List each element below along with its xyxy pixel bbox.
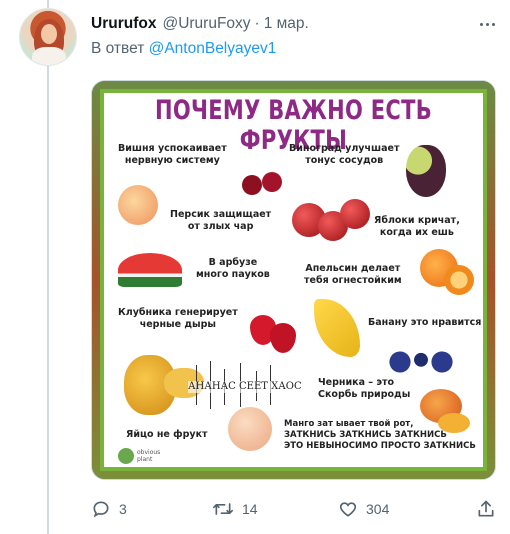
like-count: 304	[366, 501, 390, 517]
apple-label: Яблоки кричат, когда их ешь	[374, 215, 460, 238]
watermelon-label: В арбузе много пауков	[196, 257, 270, 280]
blueberry-icon	[386, 351, 456, 373]
cherry-label: Вишня успокаивает нервную систему	[118, 143, 227, 166]
fruit-poster: ПОЧЕМУ ВАЖНО ЕСТЬ ФРУКТЫ Вишня успокаива…	[100, 89, 487, 471]
like-button[interactable]: 304	[338, 497, 389, 521]
tweet-header: Ururufox @UruruFoxy · 1 мар.	[91, 14, 309, 34]
separator-dot: ·	[254, 15, 260, 32]
share-icon	[478, 500, 494, 517]
reply-to-link[interactable]: @AntonBelyayev1	[149, 40, 277, 57]
reply-button[interactable]: 3	[91, 497, 127, 521]
egg-label: Яйцо не фрукт	[126, 429, 208, 440]
tweet-date[interactable]: 1 мар.	[264, 15, 309, 33]
retweet-button[interactable]: 14	[212, 497, 258, 521]
thread-line	[47, 0, 49, 534]
peach-icon	[118, 185, 158, 225]
retweet-count: 14	[242, 501, 258, 517]
strawberry-label: Клубника генерирует черные дыры	[118, 307, 238, 330]
egg-icon	[228, 407, 272, 451]
obvious-plant-logo: obvious plant	[118, 448, 160, 464]
pineapple-label: АНАНАС СЕЕТ ХАОС	[188, 381, 302, 393]
tweet-image[interactable]: ПОЧЕМУ ВАЖНО ЕСТЬ ФРУКТЫ Вишня успокаива…	[91, 80, 496, 480]
reply-context: В ответ @AntonBelyayev1	[91, 40, 276, 58]
reply-icon	[93, 501, 109, 518]
peach-label: Персик защищает от злых чар	[170, 209, 272, 232]
orange-label: Апельсин делает тебя огнестойким	[304, 263, 402, 286]
banana-label: Банану это нравится	[368, 317, 482, 328]
reply-count: 3	[119, 501, 127, 517]
user-handle[interactable]: @UruruFoxy	[162, 15, 250, 33]
banana-icon	[314, 299, 360, 357]
like-icon	[339, 502, 357, 517]
grape-label: Виноград улучшает тонус сосудов	[289, 143, 400, 166]
more-icon[interactable]	[477, 14, 497, 34]
cherry-icon	[242, 175, 262, 195]
reply-prefix: В ответ	[91, 40, 145, 57]
share-button[interactable]	[476, 497, 496, 521]
watermelon-icon	[118, 253, 182, 287]
display-name[interactable]: Ururufox	[91, 15, 156, 33]
avatar[interactable]	[19, 8, 77, 66]
blueberry-label: Черника – это Скорбь природы	[318, 377, 411, 400]
retweet-icon	[212, 503, 233, 515]
grapes-icon	[406, 145, 446, 197]
